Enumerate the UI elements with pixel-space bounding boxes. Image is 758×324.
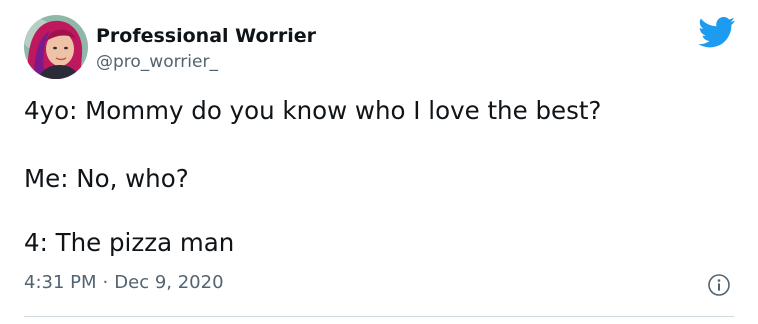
tweet-date: Dec 9, 2020 — [114, 272, 224, 293]
tweet-text-line-3: 4: The pizza man — [24, 228, 235, 257]
tweet-text-line-1: 4yo: Mommy do you know who I love the be… — [24, 96, 602, 125]
tweet-text-line-2: Me: No, who? — [24, 164, 189, 193]
info-icon[interactable] — [707, 273, 731, 297]
tweet-card: Professional Worrier @pro_worrier_ 4yo: … — [0, 0, 758, 324]
separator-dot: · — [102, 272, 109, 293]
avatar[interactable] — [24, 15, 88, 79]
timestamp[interactable]: 4:31 PM · Dec 9, 2020 — [24, 271, 224, 295]
divider — [24, 316, 734, 317]
user-handle[interactable]: @pro_worrier_ — [96, 51, 218, 73]
avatar-image — [24, 15, 88, 79]
twitter-bird-icon[interactable] — [698, 17, 736, 48]
tweet-time: 4:31 PM — [24, 272, 97, 293]
display-name[interactable]: Professional Worrier — [96, 24, 316, 48]
